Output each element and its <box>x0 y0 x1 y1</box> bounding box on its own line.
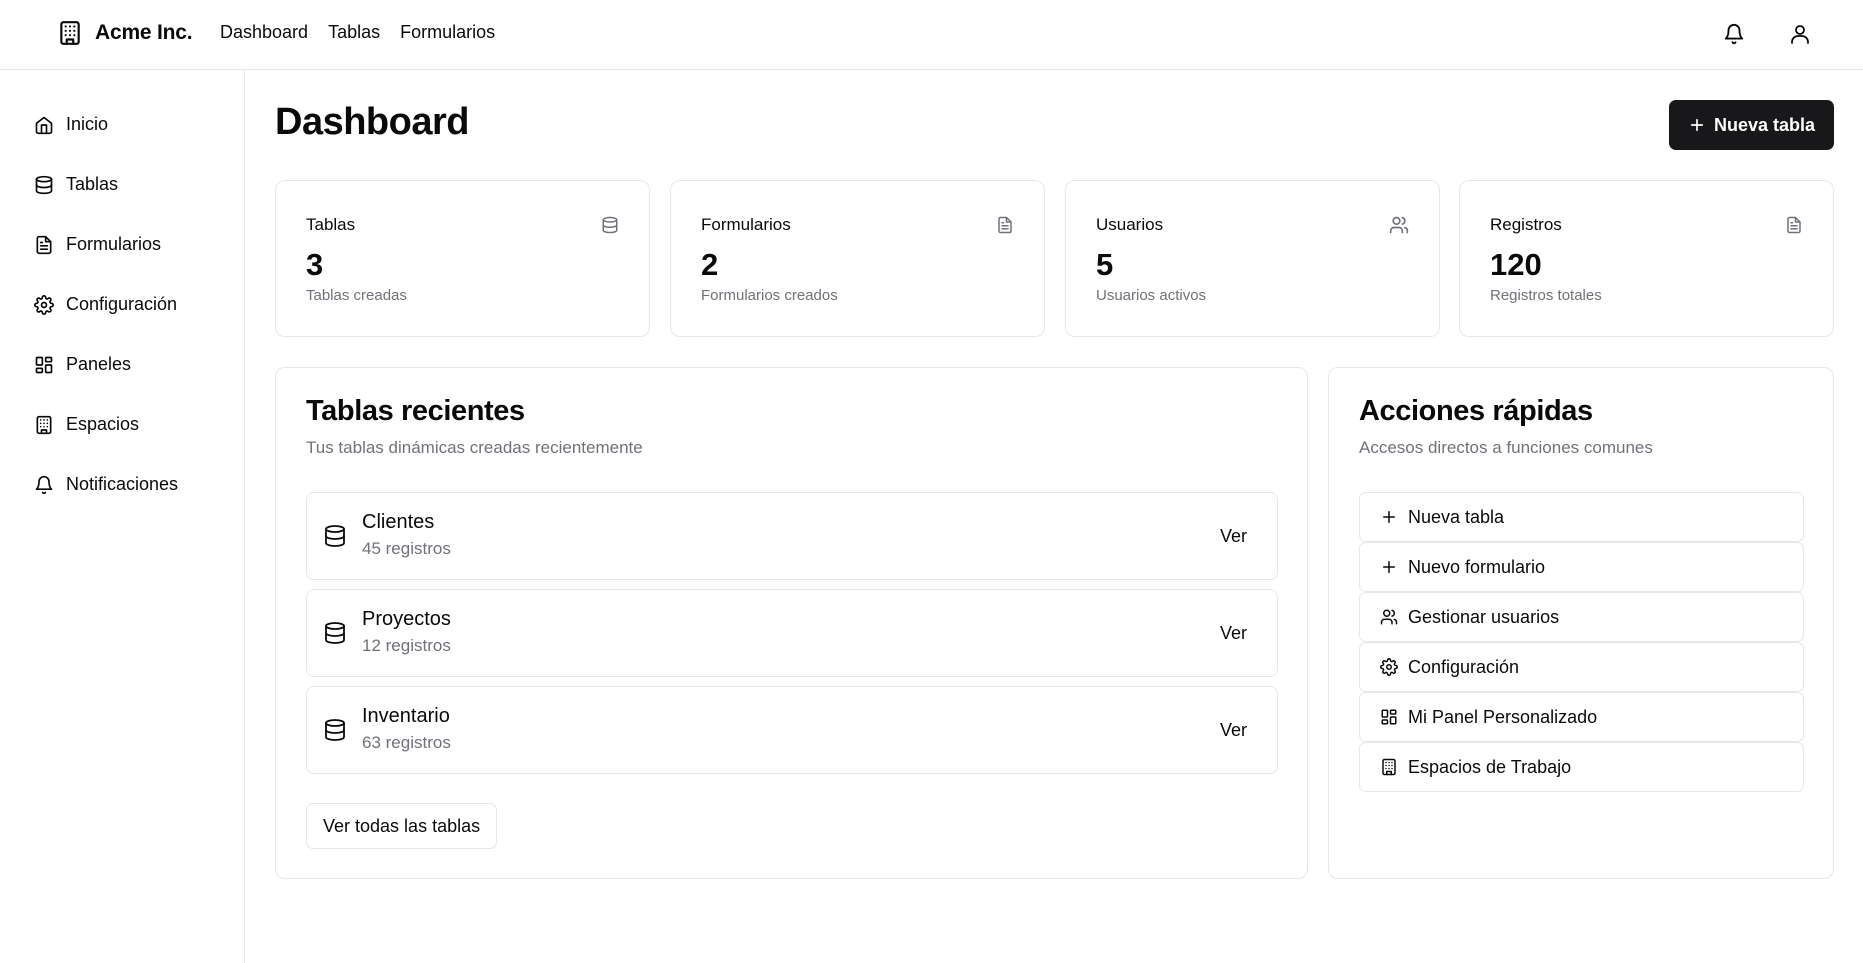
table-name: Proyectos <box>362 608 451 630</box>
user-menu-button[interactable] <box>1787 20 1813 48</box>
panel-title: Tablas recientes <box>306 395 525 427</box>
quick-actions-panel: Acciones rápidas Accesos directos a func… <box>1328 367 1834 879</box>
sidebar-item-inicio[interactable]: Inicio <box>34 114 108 135</box>
quick-action-label: Nueva tabla <box>1408 506 1505 527</box>
page-title: Dashboard <box>275 101 469 143</box>
sidebar-item-label: Notificaciones <box>66 474 179 494</box>
gear-icon <box>34 294 54 315</box>
gear-icon <box>1380 658 1398 676</box>
sidebar-item-configuracion[interactable]: Configuración <box>34 294 177 315</box>
layout-dashboard-icon <box>1380 708 1398 726</box>
database-icon <box>323 523 347 549</box>
sidebar-item-label: Configuración <box>66 294 178 314</box>
building-icon <box>34 415 54 435</box>
users-icon <box>1389 215 1409 235</box>
bell-icon <box>34 475 54 495</box>
quick-action-workspaces[interactable]: Espacios de Trabajo <box>1359 742 1804 792</box>
file-text-icon <box>34 235 54 255</box>
stat-card-tablas: Tablas 3 Tablas creadas <box>275 180 650 337</box>
stat-label: Registros <box>1490 215 1562 234</box>
stat-value: 5 <box>1096 247 1114 282</box>
stat-value: 120 <box>1490 247 1542 282</box>
stat-label: Tablas <box>306 215 356 234</box>
quick-action-label: Gestionar usuarios <box>1408 606 1560 627</box>
recent-tables-panel: Tablas recientes Tus tablas dinámicas cr… <box>275 367 1308 879</box>
table-name: Inventario <box>362 705 450 727</box>
stat-card-formularios: Formularios 2 Formularios creados <box>670 180 1045 337</box>
layout-dashboard-icon <box>34 355 54 375</box>
new-table-button-label: Nueva tabla <box>1713 114 1816 135</box>
sidebar-item-paneles[interactable]: Paneles <box>34 354 131 375</box>
database-icon <box>323 620 347 646</box>
table-row[interactable]: Inventario 63 registros Ver <box>306 686 1278 774</box>
bell-icon <box>1723 23 1745 45</box>
panel-subtitle: Accesos directos a funciones comunes <box>1359 438 1653 457</box>
quick-action-manage-users[interactable]: Gestionar usuarios <box>1359 592 1804 642</box>
file-text-icon <box>996 215 1014 235</box>
brand-name: Acme Inc. <box>95 21 193 44</box>
plus-icon <box>1380 508 1398 526</box>
quick-action-label: Espacios de Trabajo <box>1408 756 1572 777</box>
sidebar-item-tablas[interactable]: Tablas <box>34 174 118 195</box>
quick-action-new-form[interactable]: Nuevo formulario <box>1359 542 1804 592</box>
brand[interactable]: Acme Inc. <box>57 19 193 47</box>
stat-subtitle: Tablas creadas <box>306 287 407 304</box>
table-row[interactable]: Clientes 45 registros Ver <box>306 492 1278 580</box>
view-table-button[interactable]: Ver <box>1220 720 1247 741</box>
plus-icon <box>1380 558 1398 576</box>
view-table-button[interactable]: Ver <box>1220 526 1247 547</box>
users-icon <box>1380 608 1398 626</box>
table-row[interactable]: Proyectos 12 registros Ver <box>306 589 1278 677</box>
plus-icon <box>1688 116 1706 134</box>
topnav-formularios[interactable]: Formularios <box>400 22 495 43</box>
quick-action-new-table[interactable]: Nueva tabla <box>1359 492 1804 542</box>
notifications-button[interactable] <box>1721 20 1747 48</box>
panel-subtitle: Tus tablas dinámicas creadas recientemen… <box>306 438 643 457</box>
stat-subtitle: Formularios creados <box>701 287 838 304</box>
view-all-tables-button[interactable]: Ver todas las tablas <box>306 803 498 849</box>
stat-label: Formularios <box>701 215 791 234</box>
stat-card-registros: Registros 120 Registros totales <box>1459 180 1834 337</box>
sidebar-item-label: Formularios <box>66 234 162 254</box>
top-bar: Acme Inc. Dashboard Tablas Formularios <box>0 0 1863 70</box>
quick-action-label: Nuevo formulario <box>1408 556 1546 577</box>
quick-action-label: Configuración <box>1408 656 1520 677</box>
topnav-dashboard[interactable]: Dashboard <box>220 22 308 43</box>
building-icon <box>57 19 83 47</box>
sidebar-item-formularios[interactable]: Formularios <box>34 234 161 255</box>
building-icon <box>1380 758 1398 776</box>
user-icon <box>1788 22 1812 46</box>
view-table-button[interactable]: Ver <box>1220 623 1247 644</box>
file-text-icon <box>1785 215 1803 235</box>
stat-value: 2 <box>701 247 719 282</box>
quick-action-custom-panel[interactable]: Mi Panel Personalizado <box>1359 692 1804 742</box>
sidebar-item-label: Inicio <box>66 114 109 134</box>
top-nav: Dashboard Tablas Formularios <box>220 22 495 43</box>
sidebar-item-espacios[interactable]: Espacios <box>34 414 139 435</box>
sidebar: Inicio Tablas Formularios Configuración … <box>0 70 245 963</box>
table-record-count: 63 registros <box>362 733 451 752</box>
home-icon <box>34 115 54 135</box>
topnav-tablas[interactable]: Tablas <box>328 22 380 43</box>
sidebar-item-label: Paneles <box>66 354 132 374</box>
table-record-count: 12 registros <box>362 636 451 655</box>
new-table-button[interactable]: Nueva tabla <box>1669 100 1834 150</box>
sidebar-item-label: Espacios <box>66 414 140 434</box>
database-icon <box>601 215 619 235</box>
table-record-count: 45 registros <box>362 539 451 558</box>
database-icon <box>34 175 54 195</box>
database-icon <box>323 717 347 743</box>
stat-value: 3 <box>306 247 324 282</box>
quick-action-settings[interactable]: Configuración <box>1359 642 1804 692</box>
stat-card-usuarios: Usuarios 5 Usuarios activos <box>1065 180 1440 337</box>
table-name: Clientes <box>362 511 435 533</box>
stat-subtitle: Registros totales <box>1490 287 1602 304</box>
stat-label: Usuarios <box>1096 215 1164 234</box>
panel-title: Acciones rápidas <box>1359 395 1593 427</box>
quick-action-label: Mi Panel Personalizado <box>1408 706 1598 727</box>
top-actions <box>1721 20 1813 48</box>
sidebar-item-label: Tablas <box>66 174 119 194</box>
sidebar-item-notificaciones[interactable]: Notificaciones <box>34 474 178 495</box>
stat-subtitle: Usuarios activos <box>1096 287 1207 304</box>
